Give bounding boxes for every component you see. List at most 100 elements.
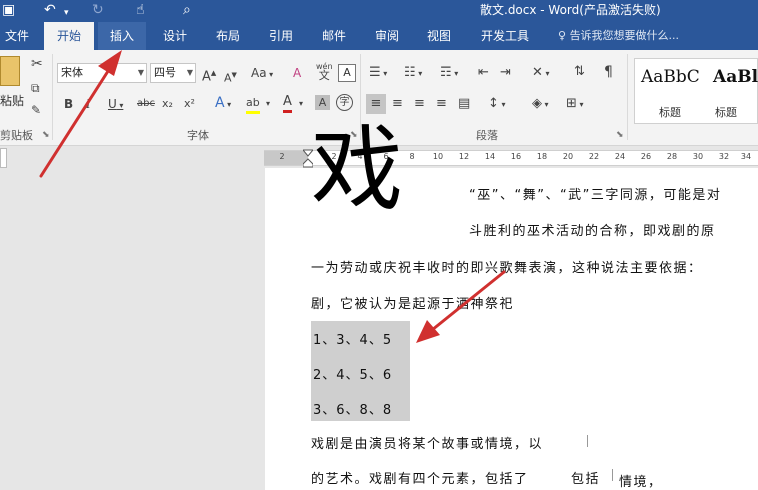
clear-format-icon[interactable]: A [293,65,301,81]
tab-view[interactable]: 视图 [416,22,462,50]
enclose-character-glyph: 字 [339,97,350,108]
subscript-icon[interactable]: x₂ [162,96,173,112]
superscript-icon[interactable]: x² [184,96,195,112]
font-name-value: 宋体 [61,66,83,79]
font-name-combo[interactable]: 宋体 ▼ [57,63,147,83]
increase-indent-icon[interactable]: ⇥ [500,65,511,81]
highlight-icon[interactable]: ab [246,95,260,114]
ruler-tick: 2 [279,152,285,161]
ribbon-tabs: 文件 开始 插入 设计 布局 引用 邮件 审阅 视图 开发工具 ♀ 告诉我您想要… [0,22,758,50]
lightbulb-icon: ♀ [558,29,570,42]
doc-line: 情境， [619,475,663,490]
numbering-icon[interactable]: ☷ ▾ [404,65,422,82]
font-color-icon[interactable]: A [283,94,292,113]
paste-icon[interactable] [0,56,20,86]
ruler-tick: 12 [458,152,470,161]
redo-icon[interactable]: ↻ [92,1,104,19]
multilevel-list-icon[interactable]: ☶ ▾ [440,65,458,82]
paragraph-launcher-icon[interactable]: ⬊ [616,130,624,140]
font-size-value: 四号 [154,66,176,79]
align-right-icon[interactable]: ≡ [414,96,425,112]
tab-developer[interactable]: 开发工具 [472,22,538,50]
borders-icon[interactable]: ⊞ ▾ [566,96,583,113]
undo-icon[interactable]: ↶ [44,1,56,19]
clipboard-launcher-icon[interactable]: ⬊ [42,130,50,140]
ruler-tick: 32 [718,152,730,161]
list-item: 2、4、5、6 [313,368,393,383]
tell-me-box[interactable]: ♀ 告诉我您想要做什么... [558,22,679,50]
tab-file[interactable]: 文件 [0,22,34,50]
chevron-down-icon[interactable]: ▾ [299,96,303,112]
tab-references[interactable]: 引用 [258,22,304,50]
format-painter-icon[interactable]: ✎ [31,102,41,118]
sort-icon[interactable]: ⇅ [574,64,585,80]
decrease-indent-icon[interactable]: ⇤ [478,65,489,81]
text-effects-icon[interactable]: A ▾ [215,95,231,113]
window-title: 散文.docx - Word(产品激活失败) [480,3,661,17]
phonetic-guide-icon[interactable]: wén 文 [316,62,333,81]
character-shading-icon[interactable]: A [315,95,330,110]
ruler-tick: 34 [740,152,752,161]
chinese-layout-icon[interactable]: ✕ ▾ [532,65,549,82]
list-item: 3、6、8、8 [313,403,393,418]
doc-line: 的艺术。戏剧有四个元素，包括了 [311,472,529,487]
bold-icon[interactable]: B [64,96,73,112]
shading-icon[interactable]: ◈ ▾ [532,96,549,113]
save-icon[interactable]: ▣ [2,1,15,19]
document-page[interactable]: 戏 “巫”、“舞”、“武”三字同源，可能是对 斗胜利的巫术活动的合称，即戏剧的原… [265,116,758,490]
grow-font-glyph: A [202,69,211,85]
doc-line: 斗胜利的巫术活动的合称，即戏剧的原 [469,224,716,239]
print-preview-icon[interactable]: ⌕ [183,1,191,19]
paste-label[interactable]: 粘贴 [0,92,24,109]
strikethrough-icon[interactable]: abc [137,96,155,112]
ruler-tick: 16 [510,152,522,161]
tab-mailings[interactable]: 邮件 [311,22,357,50]
phonetic-bottom: 文 [318,69,330,82]
justify-icon[interactable]: ≡ [436,96,447,112]
font-size-combo[interactable]: 四号 ▼ [150,63,196,83]
chevron-down-icon[interactable]: ▾ [266,96,270,112]
style-name: 标题 [715,106,737,119]
ruler-tick: 24 [614,152,626,161]
character-border-icon[interactable]: A [338,64,356,82]
tab-insert[interactable]: 插入 [98,22,146,50]
line-spacing-icon[interactable]: ↕ ▾ [488,96,505,113]
undo-dropdown-icon[interactable]: ▾ [64,4,69,22]
bold-glyph: B [64,97,74,111]
tab-home[interactable]: 开始 [44,22,94,50]
ruler-tick: 30 [692,152,704,161]
tab-review[interactable]: 审阅 [364,22,410,50]
underline-icon[interactable]: U ▾ [108,96,123,114]
tab-design[interactable]: 设计 [152,22,198,50]
tell-me-text: 告诉我您想要做什么... [569,29,680,42]
style-name: 标题 [659,106,681,119]
character-border-glyph: A [343,66,351,79]
show-marks-icon[interactable]: ¶ [604,64,613,80]
doc-line: 包括 [571,472,601,487]
style-item-title2[interactable]: AaBl 标题 [707,59,758,123]
title-bar: ▣ ↶ ▾ ↻ ☝ ⌕ 散文.docx - Word(产品激活失败) [0,0,758,22]
distributed-icon[interactable]: ▤ [458,96,470,112]
touch-mode-icon[interactable]: ☝ [136,1,145,19]
strikethrough-glyph: abc [137,98,155,109]
grow-font-icon[interactable]: A▲ [202,65,216,85]
ruler-tick: 22 [588,152,600,161]
doc-line: “巫”、“舞”、“武”三字同源，可能是对 [469,188,722,203]
bullets-icon[interactable]: ☰ ▾ [369,65,387,82]
style-sample: AaBbC [641,67,700,87]
chevron-down-icon: ▼ [137,68,144,77]
divider [627,54,628,140]
shrink-font-icon[interactable]: A▼ [224,67,237,87]
cut-icon[interactable]: ✂ [31,56,43,72]
ruler-tick: 26 [640,152,652,161]
ruler-tick: 10 [432,152,444,161]
style-item-title[interactable]: AaBbC 标题 [635,59,705,123]
tab-selector[interactable] [0,148,7,168]
change-case-icon[interactable]: Aa ▾ [251,65,273,83]
tab-layout[interactable]: 布局 [205,22,251,50]
divider [52,54,53,140]
italic-icon[interactable]: I [86,96,91,112]
list-item: 1、3、4、5 [313,333,393,348]
copy-icon[interactable]: ⧉ [31,80,40,96]
enclose-character-icon[interactable]: 字 [336,94,353,111]
